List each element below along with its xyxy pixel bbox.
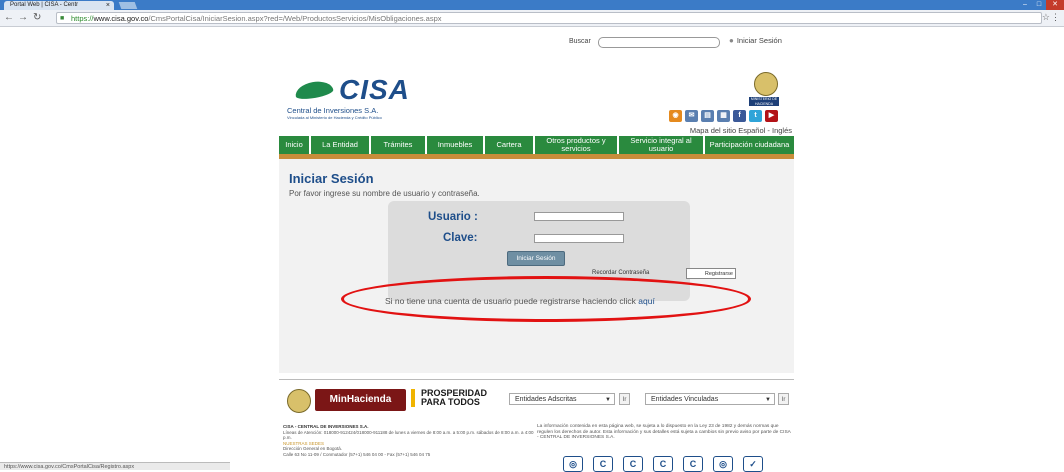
menu-item-otros-productos[interactable]: Otros productos y servicios — [535, 136, 617, 154]
cisa-logo[interactable]: CISA Central de Inversiones S.A. Vincula… — [283, 64, 463, 124]
menu-item-inmuebles[interactable]: Inmuebles — [427, 136, 483, 154]
browser-menu-icon[interactable]: ⋮ — [1051, 12, 1060, 23]
logo-tagline: Vinculada al Ministerio de Hacienda y Cr… — [287, 115, 382, 120]
login-button[interactable]: Iniciar Sesión — [507, 251, 565, 266]
footer-disclaimer: La información contenida en esta página … — [537, 424, 791, 440]
chevron-down-icon: ▼ — [765, 397, 771, 403]
logo-name: CISA — [339, 74, 410, 105]
tab-title: Portal Web | CISA - Centr — [10, 2, 79, 8]
footer-contact: CISA - CENTRAL DE INVERSIONES S.A. Línea… — [283, 424, 543, 457]
adscritas-go-button[interactable]: Ir — [619, 393, 630, 405]
vinculadas-go-button[interactable]: Ir — [778, 393, 789, 405]
rss-icon[interactable]: ◉ — [669, 110, 682, 122]
register-tooltip: Registrarse — [686, 268, 736, 279]
password-label: Clave: — [443, 232, 478, 244]
prosperidad-logo[interactable]: PROSPERIDAD PARA TODOS — [411, 389, 489, 407]
minimize-icon[interactable]: – — [1018, 0, 1032, 10]
twitter-icon[interactable]: t — [749, 110, 762, 122]
ministry-badge: MINISTERIO DE HACIENDA — [749, 97, 779, 106]
browser-status-bar: https://www.cisa.gov.co/CmsPortalCisa/Re… — [0, 462, 230, 470]
maximize-icon[interactable]: □ — [1032, 0, 1046, 10]
highlight-ellipse — [341, 276, 751, 322]
url-path: /CmsPortalCisa/IniciarSesion.aspx?red=/W… — [148, 14, 442, 23]
menu-item-inicio[interactable]: Inicio — [279, 136, 309, 154]
address-bar[interactable]: ■ https://www.cisa.gov.co/CmsPortalCisa/… — [56, 12, 1042, 24]
forgot-password-link[interactable]: Recordar Contraseña — [592, 270, 649, 276]
password-input[interactable] — [534, 234, 624, 243]
top-links[interactable]: Mapa del sitio Español - Inglés — [690, 126, 792, 135]
browser-toolbar: ← → ↻ ■ https://www.cisa.gov.co/CmsPorta… — [0, 10, 1064, 27]
logo-swoosh-icon — [293, 78, 335, 102]
print-icon[interactable]: ▦ — [717, 110, 730, 122]
minhacienda-seal-icon — [287, 389, 311, 413]
header-login-link[interactable]: ● Iniciar Sesión — [729, 36, 782, 45]
back-icon[interactable]: ← — [4, 12, 14, 24]
youtube-icon[interactable]: ▶ — [765, 110, 778, 122]
user-label: Usuario : — [428, 211, 478, 223]
forward-icon[interactable]: → — [18, 12, 28, 24]
footer-lines: Líneas de Atención: 018000-912424/018000… — [283, 429, 534, 441]
site-container: Buscar ● Iniciar Sesión CISA Central de … — [279, 30, 794, 472]
menu-item-cartera[interactable]: Cartera — [485, 136, 533, 154]
footer-address-2: Calle 63 No 11-09 / Conmutador (57+1) 54… — [283, 451, 431, 457]
chevron-down-icon: ▼ — [605, 397, 611, 403]
adscritas-selected: Entidades Adscritas — [515, 396, 577, 403]
menu-item-tramites[interactable]: Trámites — [371, 136, 425, 154]
url-host: www.cisa.gov.co — [93, 14, 149, 23]
login-content: Iniciar Sesión Por favor ingrese su nomb… — [279, 159, 794, 373]
close-window-icon[interactable]: ✕ — [1046, 0, 1064, 10]
window-controls: – □ ✕ — [1018, 0, 1064, 10]
user-input[interactable] — [534, 212, 624, 221]
colombia-seal-icon — [754, 72, 778, 96]
sitemap-icon[interactable]: ▤ — [701, 110, 714, 122]
page-subtitle: Por favor ingrese su nombre de usuario y… — [289, 189, 480, 198]
mail-icon[interactable]: ✉ — [685, 110, 698, 122]
minhacienda-logo[interactable]: MinHacienda — [315, 389, 406, 411]
browser-tab[interactable]: Portal Web | CISA - Centr × — [4, 1, 114, 10]
search-label: Buscar — [569, 38, 591, 45]
page-title: Iniciar Sesión — [289, 171, 374, 186]
browser-tab-strip: Portal Web | CISA - Centr × – □ ✕ — [0, 0, 1064, 10]
main-menu: Inicio La Entidad Trámites Inmuebles Car… — [279, 136, 794, 154]
menu-item-servicio-integral[interactable]: Servicio integral al usuario — [619, 136, 703, 154]
logo-subtitle: Central de Inversiones S.A. — [287, 106, 379, 115]
adscritas-select[interactable]: Entidades Adscritas ▼ — [509, 393, 615, 405]
bookmark-star-icon[interactable]: ☆ — [1042, 12, 1050, 23]
tab-close-icon[interactable]: × — [106, 1, 110, 10]
menu-item-la-entidad[interactable]: La Entidad — [311, 136, 369, 154]
lock-icon: ■ — [60, 15, 65, 22]
vinculadas-select[interactable]: Entidades Vinculadas ▼ — [645, 393, 775, 405]
social-icons: ◉ ✉ ▤ ▦ f t ▶ — [669, 110, 778, 122]
vinculadas-selected: Entidades Vinculadas — [651, 396, 719, 403]
new-tab-button[interactable] — [118, 2, 138, 9]
footer-logos: MinHacienda PROSPERIDAD PARA TODOS Entid… — [283, 388, 798, 413]
url-scheme: https:// — [71, 14, 94, 23]
user-icon: ● — [729, 36, 734, 45]
search-input[interactable] — [598, 37, 720, 48]
facebook-icon[interactable]: f — [733, 110, 746, 122]
menu-item-participacion[interactable]: Participación ciudadana — [705, 136, 794, 154]
reload-icon[interactable]: ↻ — [33, 12, 41, 24]
header-login-label: Iniciar Sesión — [736, 36, 782, 45]
footer-divider — [279, 379, 794, 380]
